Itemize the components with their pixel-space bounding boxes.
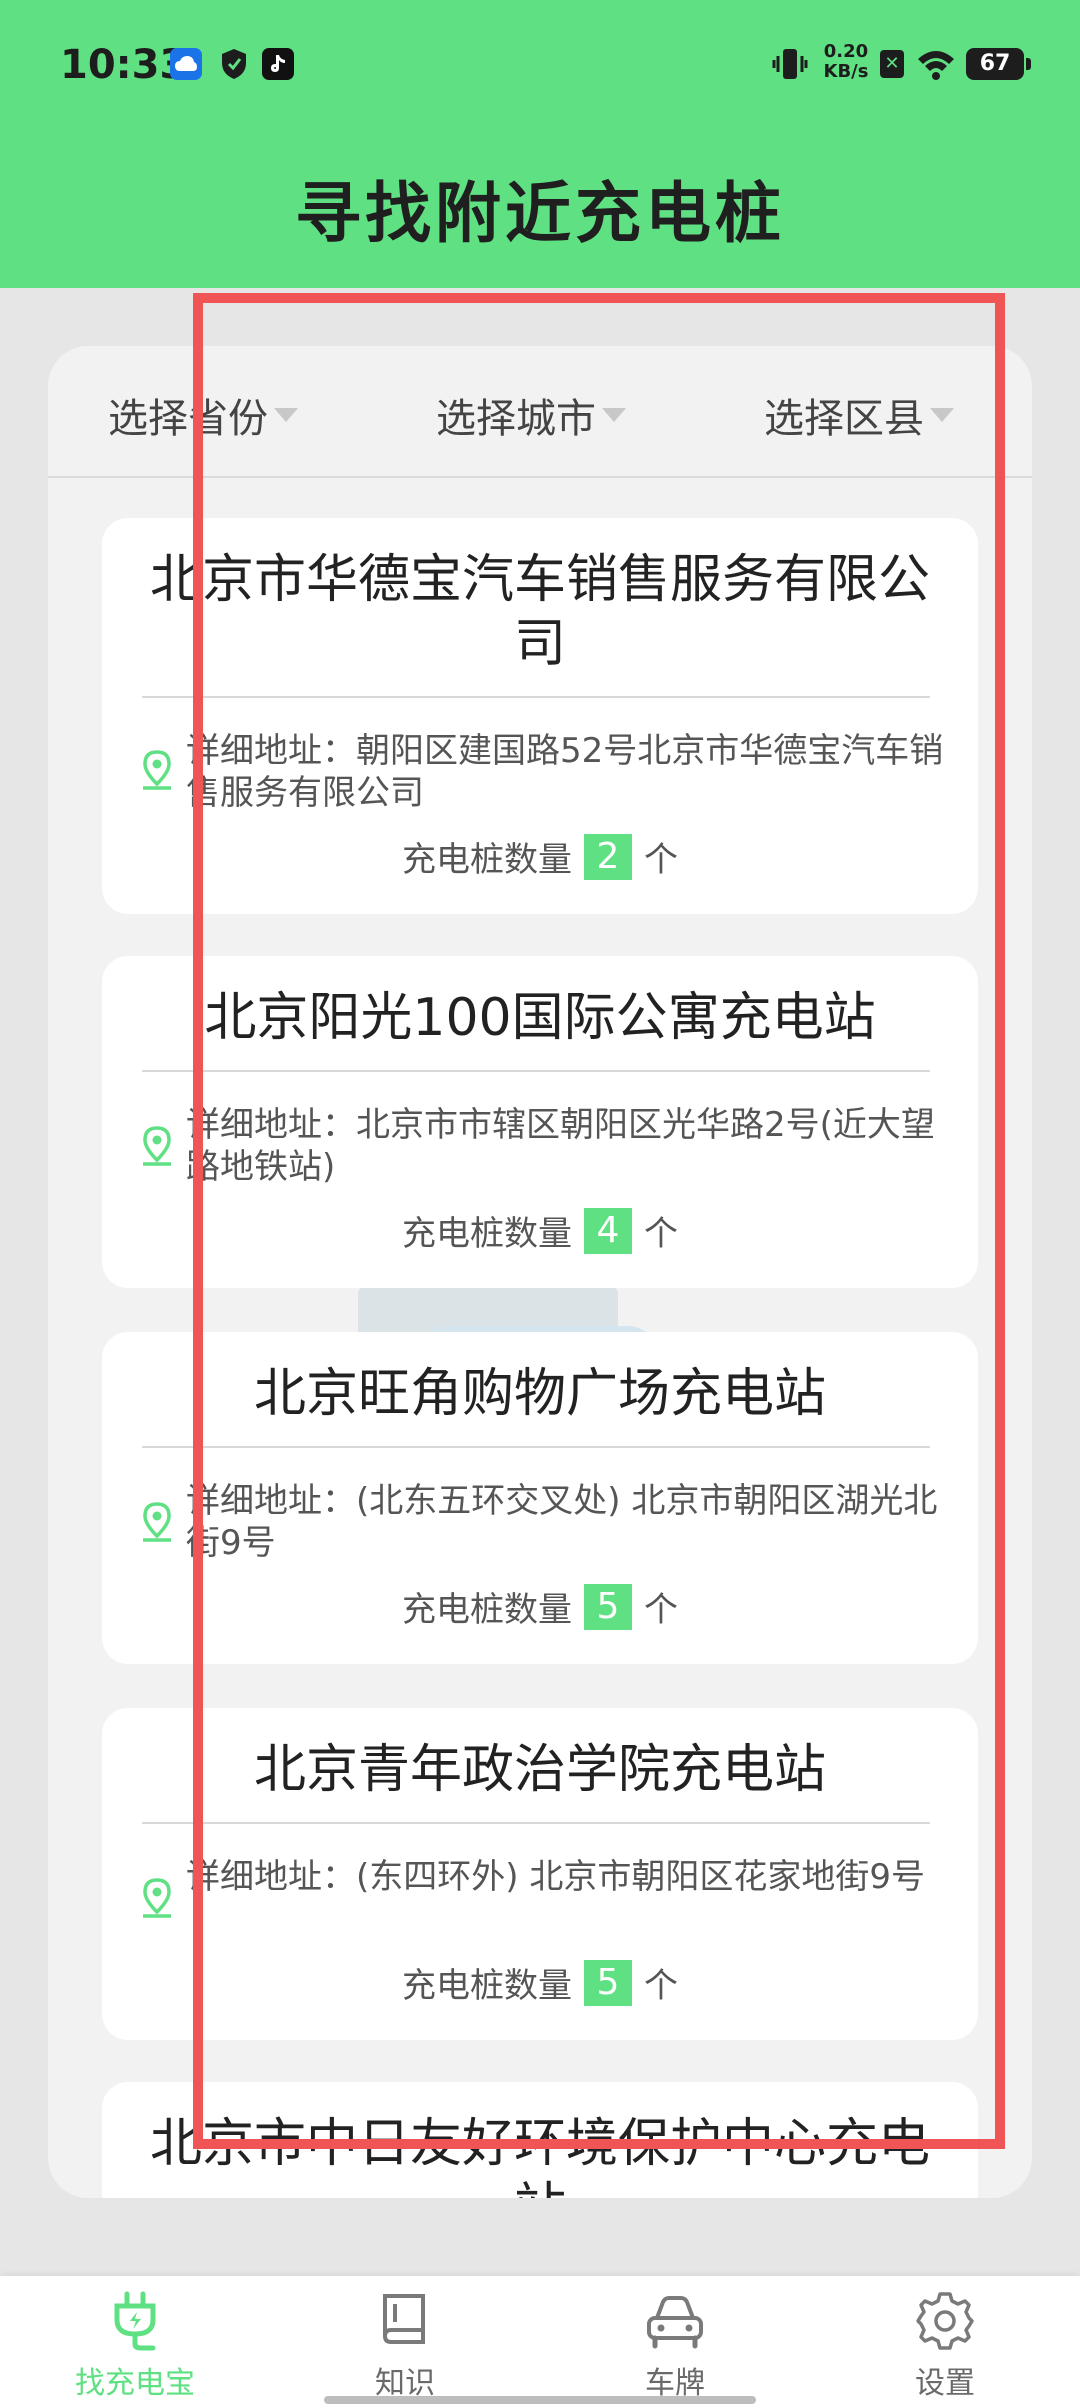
station-name: 北京市华德宝汽车销售服务有限公司 (149, 550, 930, 674)
charger-count-unit: 个 (644, 840, 678, 880)
cloud-app-icon (170, 48, 202, 80)
station-panel: 选择省份 选择城市 选择区县 北京市华德宝汽车销售服务有限公司 详细地址：朝阳区… (48, 346, 1032, 2198)
charger-count-badge: 2 (584, 833, 632, 880)
status-time: 10:33 (60, 42, 188, 88)
charger-count-badge: 5 (584, 1959, 632, 2006)
station-address: 详细地址：朝阳区建国路52号北京市华德宝汽车销售服务有限公司 (186, 731, 944, 813)
location-pin-icon (143, 1126, 171, 1166)
charger-count-unit: 个 (644, 1966, 678, 2006)
station-card[interactable]: 北京市华德宝汽车销售服务有限公司 详细地址：朝阳区建国路52号北京市华德宝汽车销… (102, 518, 978, 914)
charger-count-label: 充电桩数量 (402, 840, 572, 880)
shield-icon (218, 48, 250, 80)
charger-count-label: 充电桩数量 (402, 1214, 572, 1254)
district-select[interactable]: 选择区县 (764, 386, 954, 444)
location-pin-icon (143, 750, 171, 790)
caret-down-icon (274, 408, 298, 422)
book-icon (383, 2294, 425, 2344)
charger-count-unit: 个 (644, 1214, 678, 1254)
card-divider (142, 1070, 930, 1072)
card-divider (142, 1822, 930, 1824)
app-header: 10:33 0.20 KB/s ✕ 67 寻找附近充电桩 (0, 0, 1080, 288)
city-select[interactable]: 选择城市 (436, 386, 626, 444)
network-speed: 0.20 KB/s (823, 41, 869, 82)
station-card[interactable]: 北京旺角购物广场充电站 详细地址：(北东五环交叉处) 北京市朝阳区湖光北街9号 … (102, 1332, 978, 1664)
plug-icon (114, 2291, 156, 2351)
battery-indicator: 67 (966, 48, 1031, 80)
charger-count: 充电桩数量 4 个 (102, 1206, 978, 1255)
nav-find-charger[interactable]: 找充电宝 (50, 2290, 220, 2402)
region-filters: 选择省份 选择城市 选择区县 (48, 346, 1032, 478)
page-title: 寻找附近充电桩 (295, 175, 785, 252)
gear-icon (916, 2292, 974, 2350)
station-name: 北京阳光100国际公寓充电站 (204, 988, 876, 1048)
station-card[interactable]: 北京市中日友好环境保护中心充电站 (102, 2082, 978, 2198)
wifi-icon (916, 46, 956, 90)
location-pin-icon (143, 1502, 171, 1542)
station-name: 北京青年政治学院充电站 (253, 1740, 826, 1800)
charger-count-badge: 4 (584, 1207, 632, 1254)
charger-count-unit: 个 (644, 1590, 678, 1630)
nav-label: 找充电宝 (75, 2366, 195, 2401)
status-bar: 10:33 0.20 KB/s ✕ 67 (0, 0, 1080, 128)
tiktok-icon (262, 48, 294, 80)
charger-count: 充电桩数量 5 个 (102, 1582, 978, 1631)
station-name: 北京市中日友好环境保护中心充电站 (149, 2114, 930, 2198)
location-pin-icon (143, 1878, 171, 1918)
city-select-label: 选择城市 (436, 396, 596, 442)
charger-count-label: 充电桩数量 (402, 1590, 572, 1630)
nav-license-plate[interactable]: 车牌 (590, 2290, 760, 2402)
card-divider (142, 1446, 930, 1448)
station-address: 详细地址：(北东五环交叉处) 北京市朝阳区湖光北街9号 (186, 1481, 938, 1563)
vibrate-icon (772, 46, 808, 86)
caret-down-icon (602, 408, 626, 422)
car-icon (647, 2296, 703, 2349)
station-name: 北京旺角购物广场充电站 (253, 1364, 826, 1424)
district-select-label: 选择区县 (764, 396, 924, 442)
station-card[interactable]: 北京阳光100国际公寓充电站 详细地址：北京市市辖区朝阳区光华路2号(近大望路地… (102, 956, 978, 1288)
home-indicator[interactable] (324, 2396, 756, 2404)
charger-count-badge: 5 (584, 1583, 632, 1630)
station-card[interactable]: 北京青年政治学院充电站 详细地址：(东四环外) 北京市朝阳区花家地街9号 充电桩… (102, 1708, 978, 2040)
station-address: 详细地址：北京市市辖区朝阳区光华路2号(近大望路地铁站) (186, 1105, 935, 1187)
station-address: 详细地址：(东四环外) 北京市朝阳区花家地街9号 (186, 1857, 925, 1897)
province-select-label: 选择省份 (108, 396, 268, 442)
charger-count-label: 充电桩数量 (402, 1966, 572, 2006)
province-select[interactable]: 选择省份 (108, 386, 298, 444)
charger-count: 充电桩数量 5 个 (102, 1958, 978, 2007)
no-sim-icon: ✕ (880, 50, 904, 78)
caret-down-icon (930, 408, 954, 422)
nav-knowledge[interactable]: 知识 (320, 2290, 490, 2402)
nav-settings[interactable]: 设置 (860, 2290, 1030, 2402)
nav-label: 设置 (915, 2366, 975, 2401)
card-divider (142, 696, 930, 698)
charger-count: 充电桩数量 2 个 (102, 832, 978, 881)
bottom-navigation: 找充电宝 知识 车牌 设置 (0, 2276, 1080, 2408)
